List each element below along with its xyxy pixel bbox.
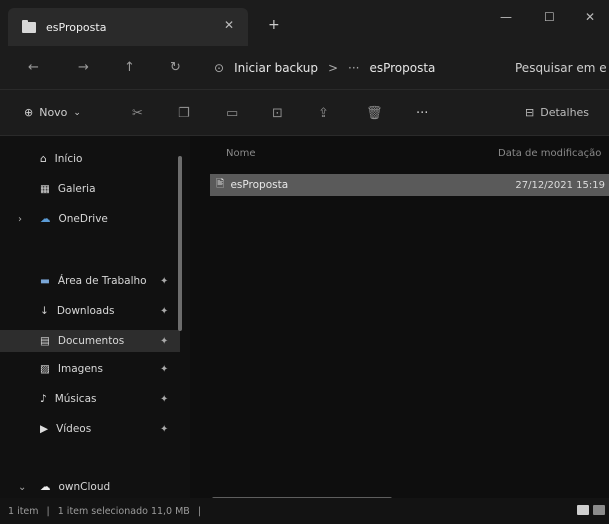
forward-icon[interactable]: → — [78, 60, 89, 75]
sidebar-item-owncloud[interactable]: ⌄ ☁ ownCloud — [0, 476, 180, 498]
pin-icon[interactable]: ✦ — [160, 336, 168, 347]
column-header-nome[interactable]: Nome — [226, 148, 256, 159]
share-icon[interactable]: ⇪ — [318, 106, 329, 121]
maximize-icon[interactable]: ☐ — [544, 10, 555, 24]
images-icon: ▨ — [40, 363, 50, 375]
folder-icon — [22, 19, 36, 33]
pin-icon[interactable]: ✦ — [160, 306, 168, 317]
minimize-icon[interactable]: — — [500, 10, 512, 24]
delete-icon[interactable]: 🗑 — [366, 106, 383, 121]
chevron-right-icon[interactable]: › — [18, 214, 22, 225]
search-input[interactable]: Pesquisar em e — [505, 54, 609, 82]
sidebar-item-label: Área de Trabalho — [57, 275, 147, 287]
up-icon[interactable]: ↑ — [124, 60, 135, 75]
sidebar-item-label: Documentos — [57, 335, 125, 347]
sidebar-item-documentos[interactable]: ▤ Documentos ✦ — [0, 330, 180, 352]
sidebar-item-label: Vídeos — [56, 423, 92, 435]
selection-info: 1 item selecionado 11,0 MB — [57, 505, 190, 517]
new-tab-icon[interactable]: + — [268, 17, 280, 33]
sidebar-item-onedrive[interactable]: › ☁ OneDrive — [0, 208, 180, 230]
cut-icon[interactable]: ✂ — [132, 106, 143, 121]
home-icon: ⌂ — [40, 153, 47, 165]
view-switcher — [577, 505, 605, 515]
new-label: Novo — [39, 106, 68, 119]
tab-title: esProposta — [46, 20, 107, 34]
videos-icon: ▶ — [40, 423, 49, 435]
paste-icon[interactable]: ▭ — [226, 106, 238, 121]
sidebar-item-inicio[interactable]: ⌂ Início — [0, 148, 180, 170]
more-options-icon[interactable]: ··· — [416, 106, 428, 121]
status-bar: 1 item | 1 item selecionado 11,0 MB | — [0, 498, 609, 524]
pin-icon[interactable]: ✦ — [160, 276, 168, 287]
pin-icon[interactable]: ✦ — [160, 394, 168, 405]
file-icon: 🖹 — [216, 178, 225, 190]
title-bar: esProposta ✕ + — ☐ ✕ — [0, 0, 609, 46]
command-bar: ⊕ Novo ⌄ ✂ ❐ ▭ ⊡ ⇪ 🗑 ··· ⊟ Detalhes — [0, 90, 609, 136]
sidebar-item-label: ownCloud — [58, 481, 111, 493]
file-date: 27/12/2021 15:19 — [515, 179, 605, 191]
breadcrumb-esproposta[interactable]: esProposta — [369, 61, 435, 75]
sidebar-item-area-de-trabalho[interactable]: ▬ Área de Trabalho ✦ — [0, 270, 180, 292]
download-icon: ↓ — [40, 305, 49, 317]
chevron-down-icon[interactable]: ⌄ — [18, 482, 26, 493]
tiles-view-icon[interactable] — [593, 505, 605, 515]
new-button[interactable]: ⊕ Novo ⌄ — [24, 106, 81, 119]
sidebar-item-musicas[interactable]: ♪ Músicas ✦ — [0, 388, 180, 410]
close-window-icon[interactable]: ✕ — [585, 10, 595, 24]
sidebar-item-label: Imagens — [57, 363, 103, 375]
details-button[interactable]: ⊟ Detalhes — [525, 106, 589, 119]
gallery-icon: ▦ — [40, 183, 50, 195]
status-divider: | — [197, 505, 202, 517]
sidebar-item-label: Músicas — [54, 393, 97, 405]
details-pane-icon: ⊟ — [525, 106, 535, 119]
breadcrumb-overflow[interactable]: ··· — [348, 61, 359, 75]
file-name: esProposta — [230, 179, 289, 191]
cloud-icon: ☁ — [40, 481, 51, 493]
navigation-pane: ⌂ Início ▦ Galeria › ☁ OneDrive ▬ Área d… — [0, 136, 190, 498]
sidebar-item-label: Galeria — [57, 183, 96, 195]
details-view-icon[interactable] — [577, 505, 589, 515]
sidebar-item-galeria[interactable]: ▦ Galeria — [0, 178, 180, 200]
sidebar-item-downloads[interactable]: ↓ Downloads ✦ — [0, 300, 180, 322]
music-icon: ♪ — [40, 393, 47, 405]
sidebar-item-videos[interactable]: ▶ Vídeos ✦ — [0, 418, 180, 440]
breadcrumb-separator: > — [327, 61, 339, 75]
tab-esproposta[interactable]: esProposta ✕ — [8, 8, 248, 46]
sidebar-item-label: Início — [54, 153, 83, 165]
refresh-icon[interactable]: ↻ — [170, 60, 181, 75]
back-icon[interactable]: ← — [28, 60, 39, 75]
column-header-data[interactable]: Data de modificação — [498, 148, 601, 159]
pin-icon[interactable]: ✦ — [160, 364, 168, 375]
breadcrumb-iniciar-backup[interactable]: Iniciar backup — [234, 61, 318, 75]
desktop-icon: ▬ — [40, 275, 50, 287]
sidebar-item-imagens[interactable]: ▨ Imagens ✦ — [0, 358, 180, 380]
rename-icon[interactable]: ⊡ — [272, 106, 283, 121]
address-bar[interactable]: ⊙ Iniciar backup > ··· esProposta — [200, 54, 500, 82]
chevron-down-icon: ⌄ — [73, 107, 81, 118]
status-divider: | — [46, 505, 50, 517]
details-label: Detalhes — [540, 106, 590, 119]
plus-circle-icon: ⊕ — [24, 106, 34, 119]
navigation-bar: ← → ↑ ↻ ⊙ Iniciar backup > ··· esPropost… — [0, 46, 609, 90]
sidebar-item-label: OneDrive — [58, 213, 108, 225]
sidebar-item-label: Downloads — [56, 305, 115, 317]
close-tab-icon[interactable]: ✕ — [224, 18, 234, 32]
file-list: Nome Data de modificação 🖹 esProposta 27… — [190, 136, 609, 501]
sidebar-scrollbar[interactable] — [178, 156, 182, 331]
pin-icon[interactable]: ✦ — [160, 424, 168, 435]
item-count: 1 item — [8, 505, 39, 517]
backup-folder-icon: ⊙ — [214, 61, 225, 75]
onedrive-icon: ☁ — [40, 213, 51, 225]
copy-icon[interactable]: ❐ — [178, 106, 190, 121]
file-row[interactable]: 🖹 esProposta 27/12/2021 15:19 — [210, 174, 609, 196]
documents-icon: ▤ — [40, 335, 50, 347]
